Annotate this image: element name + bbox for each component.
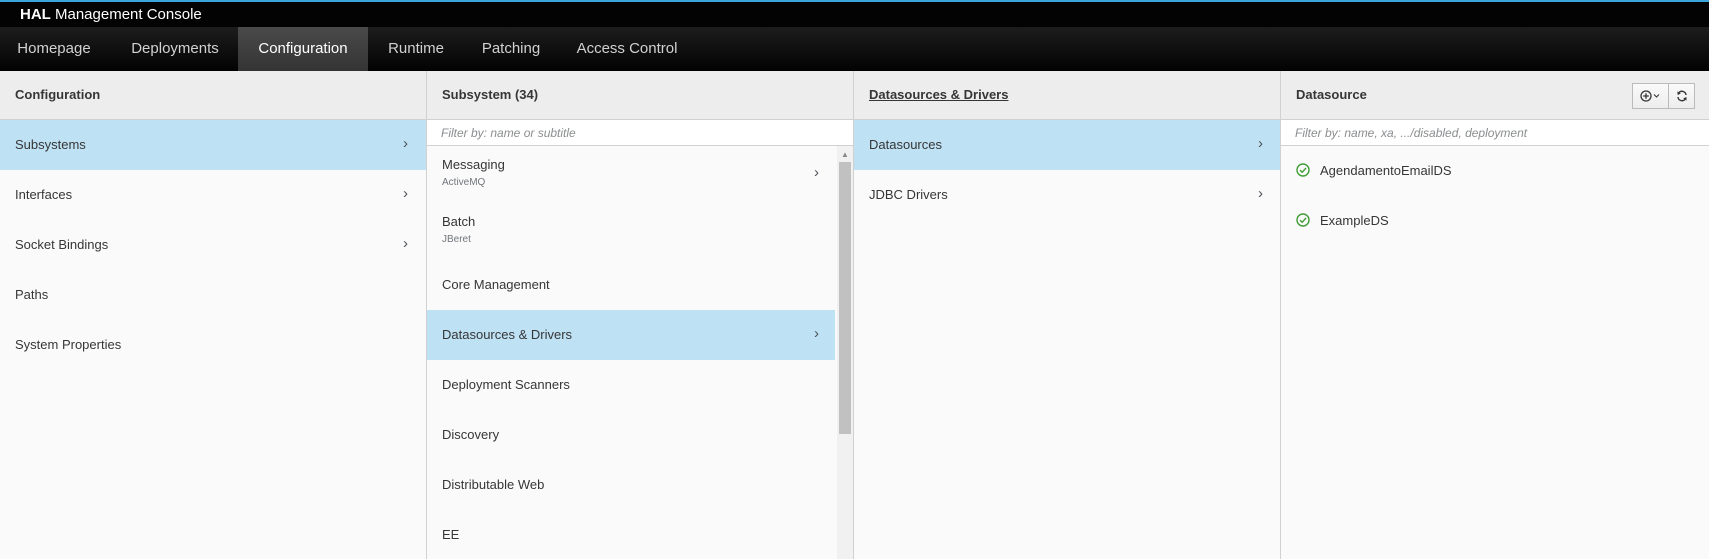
refresh-button[interactable] <box>1669 83 1695 109</box>
add-circle-icon <box>1639 90 1659 102</box>
item-label: Distributable Web <box>442 477 545 492</box>
configuration-column: Configuration Subsystems › Interfaces › … <box>0 71 427 559</box>
chevron-right-icon: › <box>1258 135 1263 152</box>
refresh-icon <box>1676 90 1687 102</box>
add-datasource-button[interactable] <box>1632 83 1669 109</box>
scroll-up-arrow-icon[interactable]: ▲ <box>841 150 849 159</box>
tab-deployments[interactable]: Deployments <box>113 27 237 71</box>
tab-homepage[interactable]: Homepage <box>0 27 108 71</box>
item-label: Core Management <box>442 277 550 292</box>
chevron-right-icon: › <box>814 325 819 342</box>
item-label: Datasources <box>869 137 942 152</box>
chevron-right-icon: › <box>814 164 819 181</box>
item-label: Datasources & Drivers <box>442 327 573 342</box>
config-item-paths[interactable]: Paths <box>0 270 426 320</box>
tab-access-control[interactable]: Access Control <box>562 27 692 71</box>
item-label: Subsystems <box>15 137 86 152</box>
column-header: Configuration <box>0 71 426 120</box>
item-label: Discovery <box>442 427 500 442</box>
item-label: ExampleDS <box>1320 213 1389 228</box>
datasources-drivers-column: Datasources & Drivers Datasources › JDBC… <box>854 71 1281 559</box>
brand-bold: HAL <box>20 6 51 23</box>
item-label: AgendamentoEmailDS <box>1320 163 1452 178</box>
subsystem-list: Messaging ActiveMQ › Batch JBeret Core M… <box>427 146 853 559</box>
status-ok-icon <box>1296 163 1310 177</box>
item-label: Socket Bindings <box>15 237 109 252</box>
masthead: HAL Management Console <box>0 0 1709 27</box>
subsystem-item-deployment-scanners[interactable]: Deployment Scanners <box>427 360 835 410</box>
brand-title[interactable]: HAL Management Console <box>20 6 202 23</box>
scrollbar-thumb[interactable] <box>839 162 851 434</box>
ds-item-datasources[interactable]: Datasources › <box>854 120 1280 170</box>
main-navigation: Homepage Deployments Configuration Runti… <box>0 27 1709 71</box>
filter-bar <box>1281 120 1709 146</box>
chevron-right-icon: › <box>1258 185 1263 202</box>
subsystem-item-distributable-web[interactable]: Distributable Web <box>427 460 835 510</box>
column-title-link[interactable]: Datasources & Drivers <box>869 87 1008 102</box>
item-label: Batch <box>442 214 476 229</box>
subsystem-item-core-management[interactable]: Core Management <box>427 260 835 310</box>
column-title: Subsystem (34) <box>442 87 539 102</box>
item-label: EE <box>442 527 460 542</box>
chevron-right-icon: › <box>403 185 408 202</box>
tab-runtime[interactable]: Runtime <box>370 27 462 71</box>
item-label: Interfaces <box>15 187 73 202</box>
subsystem-item-ee[interactable]: EE <box>427 510 835 559</box>
datasource-filter-input[interactable] <box>1281 120 1709 145</box>
datasource-item-exampleds[interactable]: ExampleDS <box>1281 196 1709 246</box>
subsystem-item-discovery[interactable]: Discovery <box>427 410 835 460</box>
filter-bar <box>427 120 853 146</box>
subsystem-item-datasources-drivers[interactable]: Datasources & Drivers › <box>427 310 835 360</box>
subsystem-items: Messaging ActiveMQ › Batch JBeret Core M… <box>427 146 835 559</box>
chevron-right-icon: › <box>403 135 408 152</box>
item-label: System Properties <box>15 337 122 352</box>
item-subtitle: JBeret <box>442 234 471 245</box>
column-title: Datasource <box>1296 87 1367 102</box>
item-label: Messaging <box>442 157 505 172</box>
brand-rest: Management Console <box>55 6 202 23</box>
subsystem-scrollbar[interactable]: ▲ <box>837 146 853 559</box>
column-header: Subsystem (34) <box>427 71 853 120</box>
item-label: Paths <box>15 287 49 302</box>
datasource-column: Datasource Filter by: name, xa, .../disa… <box>1281 71 1709 559</box>
ds-item-jdbc-drivers[interactable]: JDBC Drivers › <box>854 170 1280 220</box>
config-item-interfaces[interactable]: Interfaces › <box>0 170 426 220</box>
chevron-right-icon: › <box>403 235 408 252</box>
config-item-system-properties[interactable]: System Properties <box>0 320 426 370</box>
subsystem-column: Subsystem (34) Messaging ActiveMQ › Batc… <box>427 71 854 559</box>
subsystem-item-messaging[interactable]: Messaging ActiveMQ › <box>427 146 835 203</box>
item-label: Deployment Scanners <box>442 377 570 392</box>
column-toolbar <box>1632 83 1695 109</box>
tab-patching[interactable]: Patching <box>466 27 556 71</box>
subsystem-filter-input[interactable] <box>427 120 853 145</box>
subsystem-item-batch[interactable]: Batch JBeret <box>427 203 835 260</box>
column-header: Datasource <box>1281 71 1709 120</box>
column-title: Configuration <box>15 87 101 102</box>
item-subtitle: ActiveMQ <box>442 177 486 188</box>
item-label: JDBC Drivers <box>869 187 948 202</box>
config-item-socket-bindings[interactable]: Socket Bindings › <box>0 220 426 270</box>
datasource-item-agendamentoemailds[interactable]: AgendamentoEmailDS <box>1281 146 1709 196</box>
config-item-subsystems[interactable]: Subsystems › <box>0 120 426 170</box>
status-ok-icon <box>1296 213 1310 227</box>
column-header: Datasources & Drivers <box>854 71 1280 120</box>
tab-configuration[interactable]: Configuration <box>238 27 368 71</box>
